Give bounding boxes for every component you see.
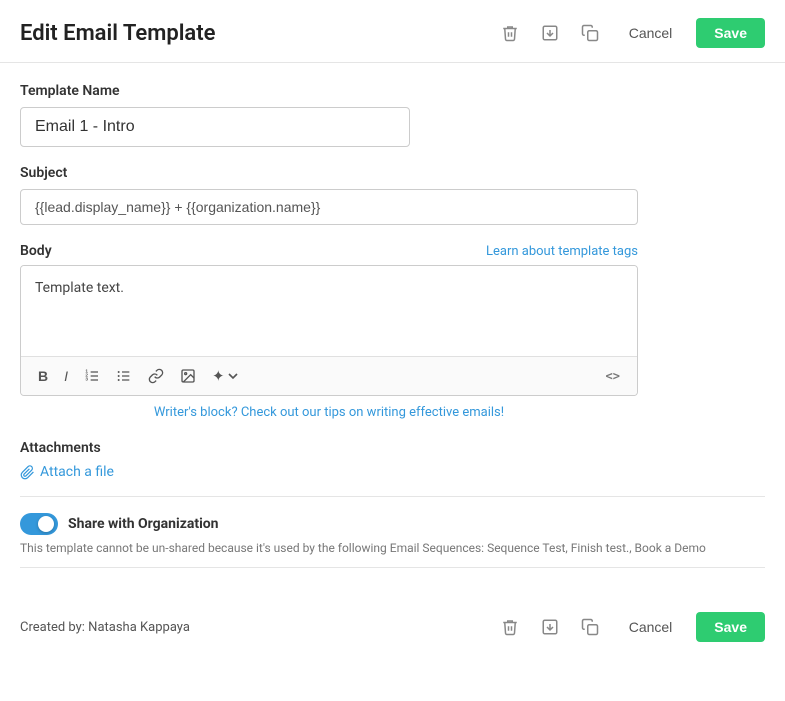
delete-button[interactable] (495, 20, 525, 46)
footer: Created by: Natasha Kappaya (0, 598, 785, 656)
footer-cancel-button[interactable]: Cancel (615, 613, 687, 641)
attachments-section: Attachments Attach a file (20, 440, 765, 480)
header: Edit Email Template (0, 0, 785, 63)
share-section: Share with Organization This template ca… (20, 513, 765, 557)
image-button[interactable] (173, 364, 203, 388)
editor-body[interactable]: Template text. (21, 266, 637, 356)
created-by: Created by: Natasha Kappaya (20, 620, 190, 635)
sparkle-button[interactable]: ✦ (205, 363, 248, 389)
body-header: Body Learn about template tags (20, 243, 638, 259)
page-title: Edit Email Template (20, 21, 215, 46)
footer-save-button[interactable]: Save (696, 612, 765, 642)
svg-text:3: 3 (85, 377, 88, 382)
code-button[interactable]: <> (599, 365, 627, 387)
ordered-list-icon: 1 2 3 (84, 368, 100, 384)
share-header: Share with Organization (20, 513, 765, 535)
link-icon (148, 368, 164, 384)
chevron-down-icon (225, 368, 241, 384)
unordered-list-icon (116, 368, 132, 384)
header-actions: Cancel Save (495, 18, 765, 48)
cancel-button[interactable]: Cancel (615, 19, 687, 47)
footer-actions: Cancel Save (495, 612, 765, 642)
footer-copy-button[interactable] (575, 614, 605, 640)
main-content: Template Name Subject Body Learn about t… (0, 63, 785, 598)
editor-container: Template text. B I (20, 265, 638, 396)
footer-delete-button[interactable] (495, 614, 525, 640)
writers-block: Writer's block? Check out our tips on wr… (20, 404, 638, 420)
share-title: Share with Organization (68, 516, 219, 532)
subject-group: Subject (20, 165, 765, 225)
download-button[interactable] (535, 20, 565, 46)
link-button[interactable] (141, 364, 171, 388)
unordered-list-button[interactable] (109, 364, 139, 388)
trash-icon (501, 24, 519, 42)
learn-tags-link[interactable]: Learn about template tags (486, 244, 638, 259)
copy-icon (581, 618, 599, 636)
image-icon (180, 368, 196, 384)
editor-toolbar: B I 1 2 3 (21, 356, 637, 395)
attach-file-link[interactable]: Attach a file (20, 464, 765, 480)
template-name-group: Template Name (20, 83, 765, 147)
share-description: This template cannot be un-shared becaus… (20, 539, 765, 557)
subject-label: Subject (20, 165, 765, 181)
copy-icon (581, 24, 599, 42)
copy-button[interactable] (575, 20, 605, 46)
save-button[interactable]: Save (696, 18, 765, 48)
paperclip-icon (20, 465, 35, 480)
italic-button[interactable]: I (57, 364, 75, 388)
trash-icon (501, 618, 519, 636)
subject-input[interactable] (20, 189, 638, 225)
ordered-list-button[interactable]: 1 2 3 (77, 364, 107, 388)
divider-2 (20, 567, 765, 568)
share-toggle[interactable] (20, 513, 58, 535)
writers-block-link[interactable]: Writer's block? Check out our tips on wr… (154, 405, 504, 420)
page-container: Edit Email Template (0, 0, 785, 701)
footer-download-button[interactable] (535, 614, 565, 640)
attach-file-label: Attach a file (40, 464, 114, 480)
download-icon (541, 618, 559, 636)
bold-button[interactable]: B (31, 364, 55, 388)
body-label: Body (20, 243, 52, 259)
divider-1 (20, 496, 765, 497)
toggle-knob (38, 516, 54, 532)
attachments-label: Attachments (20, 440, 765, 456)
body-group: Body Learn about template tags Template … (20, 243, 765, 420)
toolbar-left: B I 1 2 3 (31, 363, 248, 389)
template-name-input[interactable] (20, 107, 410, 147)
template-name-label: Template Name (20, 83, 765, 99)
download-icon (541, 24, 559, 42)
